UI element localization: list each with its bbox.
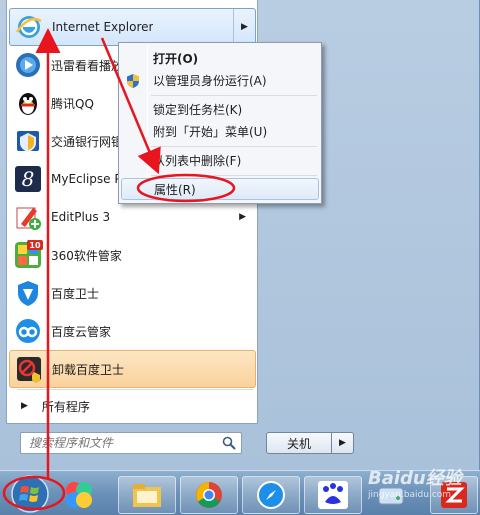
shutdown-group: 关机 ▶ bbox=[266, 432, 354, 454]
program-label: Internet Explorer bbox=[52, 20, 154, 34]
all-programs-button[interactable]: ▶ 所有程序 bbox=[17, 394, 253, 418]
qq-penguin-icon bbox=[13, 88, 43, 118]
start-orb-icon[interactable] bbox=[10, 474, 50, 514]
file-explorer-icon bbox=[133, 484, 161, 507]
context-item-properties[interactable]: 属性(R) bbox=[121, 178, 319, 200]
search-box[interactable] bbox=[20, 432, 242, 454]
search-input[interactable] bbox=[29, 436, 209, 450]
taskbar-app-baidu[interactable] bbox=[304, 476, 362, 514]
program-label: 腾讯QQ bbox=[51, 96, 94, 111]
context-item-pin-taskbar[interactable]: 锁定到任务栏(K) bbox=[121, 98, 319, 120]
update-count-badge: 10 bbox=[29, 241, 41, 250]
colorful-balls-icon bbox=[66, 482, 92, 508]
baidu-guard-icon bbox=[13, 278, 43, 308]
baidu-du-icon bbox=[318, 481, 348, 509]
submenu-arrow-icon[interactable]: ▶ bbox=[233, 9, 255, 45]
search-icon[interactable] bbox=[222, 436, 236, 450]
program-label: 360软件管家 bbox=[51, 248, 122, 263]
myeclipse-icon: 8 bbox=[13, 164, 43, 194]
program-baidu-cloud[interactable]: 百度云管家 bbox=[9, 312, 256, 350]
menu-separator bbox=[151, 146, 317, 147]
program-label: 卸载百度卫士 bbox=[52, 362, 125, 377]
shutdown-button[interactable]: 关机 bbox=[266, 432, 332, 454]
submenu-arrow-icon[interactable]: ▶ bbox=[239, 212, 246, 222]
program-label: 交通银行网银 bbox=[51, 134, 124, 149]
editplus-icon bbox=[13, 202, 43, 232]
xunlei-player-icon bbox=[13, 50, 43, 80]
context-item-open[interactable]: 打开(O) bbox=[121, 47, 319, 69]
program-label: EditPlus 3 bbox=[51, 210, 111, 224]
program-label: 百度卫士 bbox=[51, 286, 100, 301]
program-label: 迅雷看看播放 bbox=[51, 58, 124, 73]
program-label: MyEclipse P bbox=[51, 172, 122, 186]
all-programs-label: 所有程序 bbox=[41, 399, 90, 414]
safari-compass-icon bbox=[257, 481, 285, 509]
program-uninstall-baidu-guard[interactable]: 卸载百度卫士 bbox=[9, 350, 256, 388]
taskbar-app-balls[interactable] bbox=[54, 476, 104, 514]
360-manager-icon: 10 bbox=[13, 240, 43, 270]
baidu-cloud-icon bbox=[13, 316, 43, 346]
bank-shield-icon bbox=[13, 126, 43, 156]
program-360[interactable]: 10 360软件管家 bbox=[9, 236, 256, 274]
menu-separator bbox=[151, 95, 317, 96]
taskbar-app-safari[interactable] bbox=[242, 476, 300, 514]
watermark-url: jingyan.baidu.com bbox=[368, 490, 452, 500]
internet-explorer-icon bbox=[14, 12, 44, 42]
program-baidu-guard[interactable]: 百度卫士 bbox=[9, 274, 256, 312]
context-item-remove-from-list[interactable]: 从列表中删除(F) bbox=[121, 149, 319, 171]
chrome-icon bbox=[196, 482, 222, 508]
watermark-text: Baidu经验 bbox=[368, 468, 462, 489]
context-item-run-as-admin[interactable]: 以管理员身份运行(A) bbox=[121, 69, 319, 91]
menu-separator bbox=[17, 389, 253, 390]
uninstall-icon bbox=[14, 354, 44, 384]
taskbar-app-explorer[interactable] bbox=[118, 476, 176, 514]
program-internet-explorer[interactable]: Internet Explorer ▶ bbox=[9, 8, 256, 46]
svg-text:8: 8 bbox=[22, 167, 35, 191]
shutdown-options-arrow-icon[interactable]: ▶ bbox=[332, 432, 354, 454]
menu-separator bbox=[151, 175, 317, 176]
taskbar-app-chrome[interactable] bbox=[180, 476, 238, 514]
context-menu: 打开(O) 以管理员身份运行(A) 锁定到任务栏(K) 附到「开始」菜单(U) … bbox=[118, 42, 322, 204]
context-item-pin-start[interactable]: 附到「开始」菜单(U) bbox=[121, 120, 319, 142]
triangle-right-icon: ▶ bbox=[21, 401, 28, 411]
program-label: 百度云管家 bbox=[51, 324, 112, 339]
baidu-jingyan-watermark: Baidu经验 jingyan.baidu.com bbox=[368, 470, 480, 504]
